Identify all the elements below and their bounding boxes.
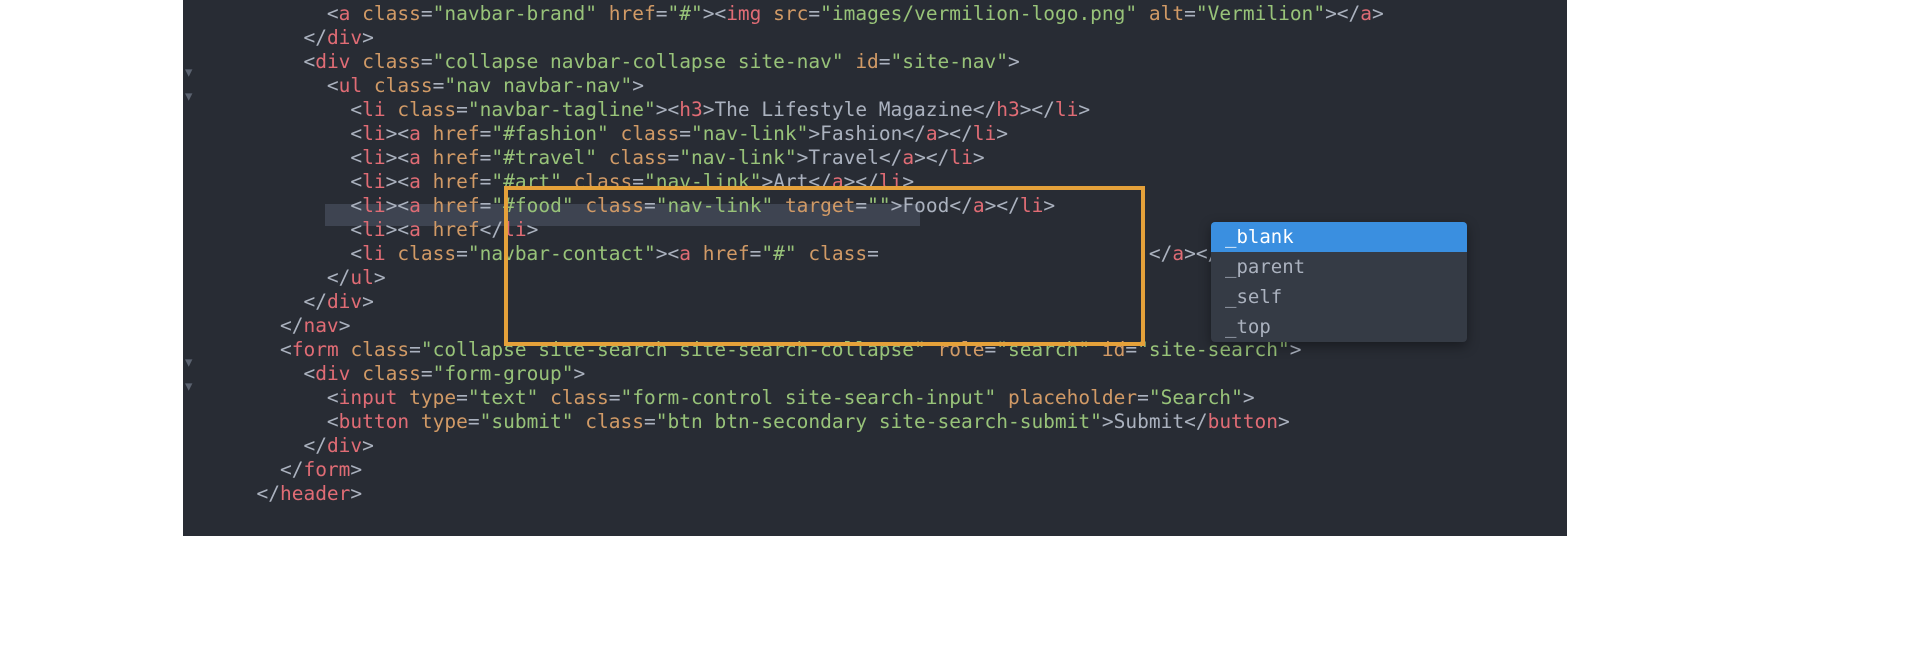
tagline-text: The Lifestyle Magazine — [714, 98, 972, 121]
autocomplete-popup[interactable]: _blank _parent _self _top — [1211, 222, 1467, 342]
autocomplete-item-top[interactable]: _top — [1211, 312, 1467, 342]
input-class: form-control site-search-input — [632, 386, 984, 409]
contact-class: navbar-contact — [480, 242, 644, 265]
div2-id: site-nav — [902, 50, 996, 73]
travel-href: #travel — [503, 146, 585, 169]
code-editor[interactable]: ▾ ▾ ▾ ▾ <a class="navbar-brand" href="#"… — [183, 0, 1567, 536]
fold-marker-icon[interactable]: ▾ — [183, 350, 194, 374]
navlink-class-3: nav-link — [656, 170, 750, 193]
tagline-class: navbar-tagline — [480, 98, 644, 121]
art-href: #art — [503, 170, 550, 193]
form-role: search — [1008, 338, 1078, 361]
button-class: btn btn-secondary site-search-submit — [668, 410, 1091, 433]
travel-text: Travel — [808, 146, 878, 169]
food-href: #food — [503, 194, 562, 217]
navlink-class-2: nav-link — [691, 146, 785, 169]
input-type: text — [480, 386, 527, 409]
fold-marker-icon[interactable]: ▾ — [183, 84, 194, 108]
navlink-class-4: nav-link — [668, 194, 762, 217]
formgroup-class: form-group — [444, 362, 561, 385]
navlink-class: nav-link — [703, 122, 797, 145]
input-placeholder: Search — [1161, 386, 1231, 409]
autocomplete-item-parent[interactable]: _parent — [1211, 252, 1467, 282]
button-text: Submit — [1114, 410, 1184, 433]
img-alt: Vermilion — [1208, 2, 1314, 25]
fashion-href: #fashion — [503, 122, 597, 145]
food-text: Food — [902, 194, 949, 217]
form-class: collapse site-search site-search-collaps… — [433, 338, 914, 361]
fashion-text: Fashion — [820, 122, 902, 145]
ul-class: nav navbar-nav — [456, 74, 620, 97]
fold-marker-icon[interactable]: ▾ — [183, 60, 194, 84]
autocomplete-item-blank[interactable]: _blank — [1211, 222, 1467, 252]
fold-marker-icon[interactable]: ▾ — [183, 374, 194, 398]
art-text: Art — [773, 170, 808, 193]
button-type: submit — [491, 410, 561, 433]
autocomplete-item-self[interactable]: _self — [1211, 282, 1467, 312]
screenshot-frame: ▾ ▾ ▾ ▾ <a class="navbar-brand" href="#"… — [0, 0, 1920, 656]
img-src: images/vermilion-logo.png — [832, 2, 1126, 25]
div2-class: collapse navbar-collapse site-nav — [444, 50, 831, 73]
